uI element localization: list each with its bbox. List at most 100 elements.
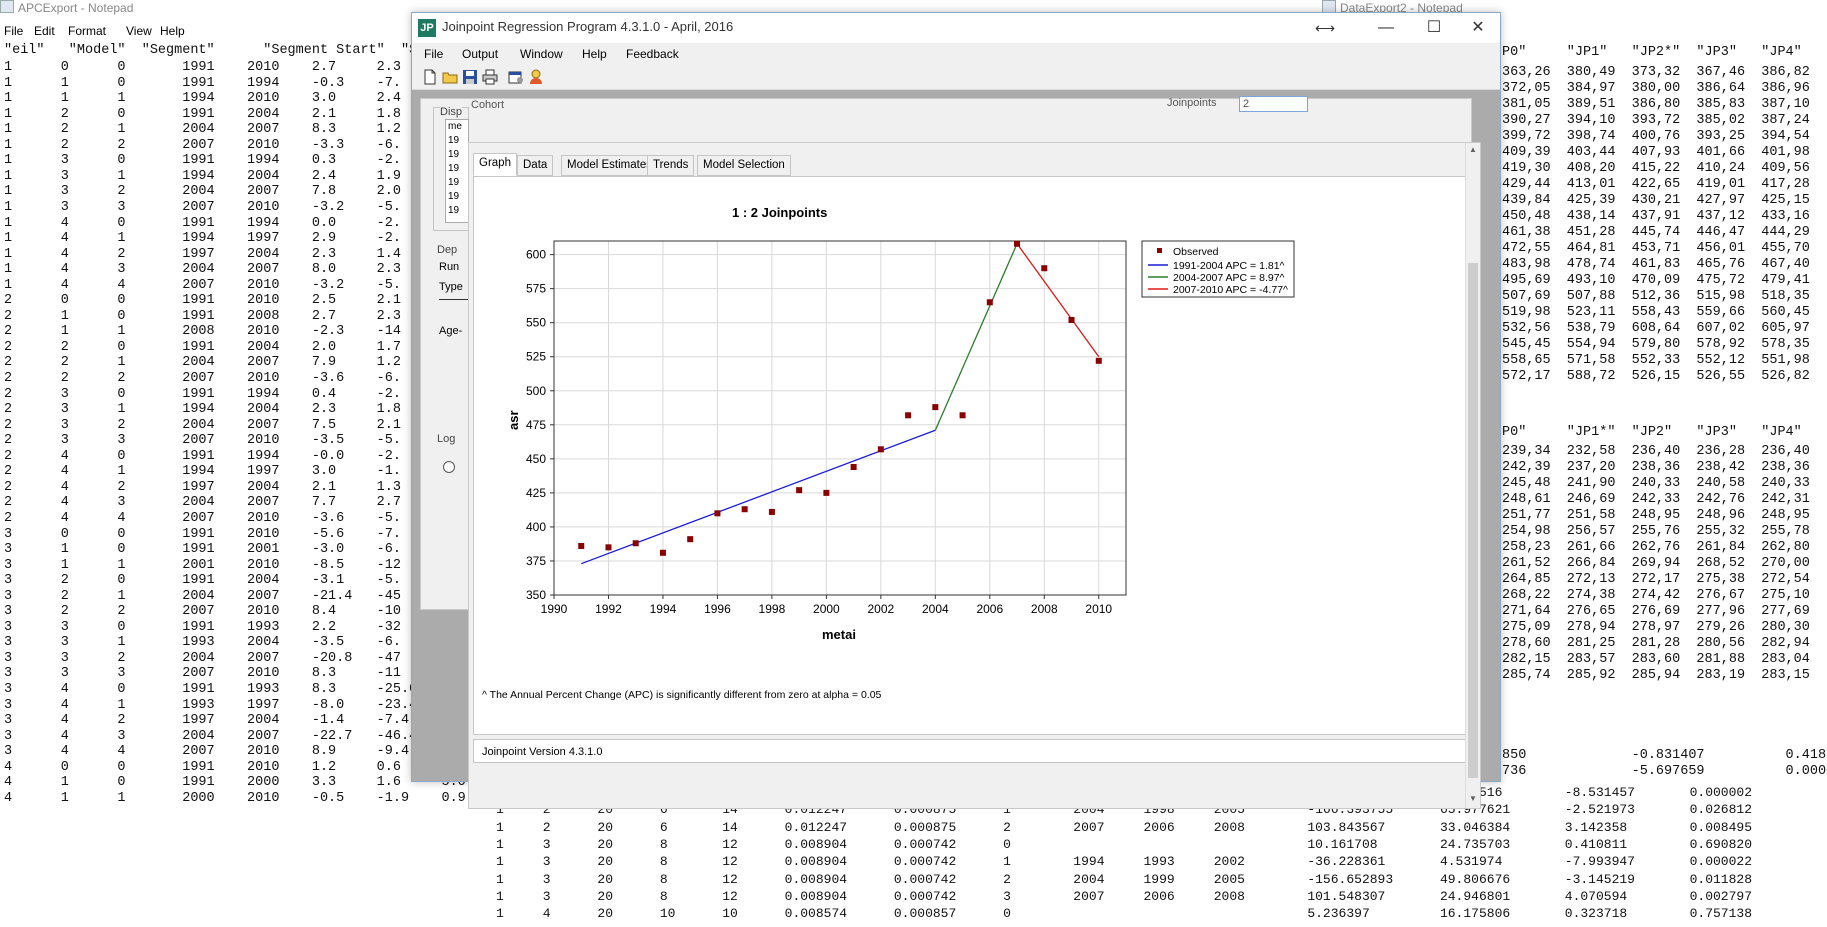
y-tick-label: 375 [526, 554, 546, 568]
y-axis-label: asr [506, 410, 521, 430]
print-icon[interactable] [482, 69, 498, 85]
observed-point [959, 412, 966, 419]
observed-point [823, 489, 830, 496]
text-line: 3 4 4 2007 2010 8.9 -9.4 30.8 [4, 744, 474, 760]
model-list[interactable]: me 19 19 19 19 19 19 [445, 119, 469, 223]
observed-point [932, 404, 939, 411]
model-list-item[interactable]: 19 [446, 204, 468, 218]
x-tick-label: 1992 [595, 602, 622, 616]
version-status-bar: Joinpoint Version 4.3.1.0 [473, 739, 1473, 763]
help-person-icon[interactable] [528, 69, 544, 85]
type-label: Type [439, 281, 463, 293]
x-tick-label: 1998 [759, 602, 786, 616]
text-line: 1 4 3 2004 2007 8.0 2.3 [4, 262, 401, 278]
model-list-item[interactable]: 19 [446, 162, 468, 176]
open-folder-icon[interactable] [442, 69, 458, 85]
observed-point [714, 510, 721, 517]
y-tick-label: 425 [526, 486, 546, 500]
menu-file[interactable]: File [4, 24, 23, 38]
text-line: 245,48 241,90 240,33 240,58 240,33 [1502, 476, 1810, 491]
text-line: 1 3 1 1994 2004 2.4 1.9 [4, 168, 401, 184]
scroll-up-arrow-icon[interactable]: ▲ [1468, 145, 1478, 157]
y-tick-label: 475 [526, 418, 546, 432]
text-line: 3 3 2 2004 2007 -20.8 -47 [4, 650, 401, 666]
log-radio[interactable] [443, 461, 455, 473]
text-line: 1 4 20 10 10 0.008574 0.000857 0 5.23639… [496, 906, 1753, 922]
joinpoint-chart: 1 : 2 Joinpoints 1990 1992 1994 1996 1998 2000… [506, 205, 1295, 642]
properties-icon[interactable] [508, 69, 524, 85]
text-line: 558,65 571,58 552,33 552,12 551,98 [1502, 353, 1810, 368]
x-tick-label: 1990 [541, 602, 568, 616]
scroll-down-arrow-icon[interactable]: ▼ [1468, 794, 1478, 806]
joinpoint-logo-icon: JP [418, 19, 436, 37]
tab-graph[interactable]: Graph [473, 153, 517, 176]
save-icon[interactable] [462, 69, 478, 85]
observed-point [877, 446, 884, 453]
tab-trends[interactable]: Trends [647, 155, 695, 176]
tab-data[interactable]: Data [517, 155, 554, 176]
left-notepad-title: APCExport - Notepad [0, 0, 133, 22]
text-line: 268,22 274,38 274,42 276,67 275,10 [1502, 588, 1810, 603]
jp-menu-help[interactable]: Help [582, 47, 607, 61]
text-line: 2 3 0 1991 1994 0.4 -2. [4, 386, 401, 402]
text-line: 850 -0.831407 0.418783 [1502, 748, 1827, 763]
text-line: 1 4 4 2007 2010 -3.2 -5. [4, 277, 401, 293]
model-list-item[interactable]: 19 [446, 190, 468, 204]
observed-point [1068, 316, 1075, 323]
text-line: 239,34 232,58 236,40 236,28 236,40 [1502, 444, 1810, 459]
tab-model-estimates[interactable]: Model Estimates [561, 155, 659, 176]
legend-observed-label: Observed [1173, 246, 1219, 258]
dependent-label: Dep [437, 244, 458, 256]
y-tick-label: 450 [526, 452, 546, 466]
text-line: 495,69 493,10 470,09 475,72 479,41 [1502, 273, 1810, 288]
jp-menu-feedback[interactable]: Feedback [626, 47, 679, 61]
model-list-item[interactable]: 19 [446, 176, 468, 190]
notepad-icon [0, 0, 14, 13]
text-line: 1 2 0 1991 2004 2.1 1.8 [4, 106, 401, 122]
log-label: Log [437, 433, 456, 445]
text-line: 271,64 276,65 276,69 277,96 277,69 [1502, 604, 1810, 619]
joinpoints-label: Joinpoints [1167, 97, 1217, 109]
minimize-button[interactable]: — [1364, 15, 1408, 41]
jp-menu-output[interactable]: Output [462, 47, 498, 61]
menu-edit[interactable]: Edit [34, 24, 55, 38]
menu-view[interactable]: View [126, 24, 152, 38]
observed-point [1041, 265, 1048, 272]
joinpoints-select[interactable]: 2 [1239, 96, 1308, 112]
joinpoint-toolbar [412, 65, 1500, 90]
left-notepad-header: "eil" "Model" "Segment" "Segment Start" … [4, 43, 426, 58]
close-button[interactable]: ✕ [1456, 15, 1500, 41]
text-line: 572,17 588,72 526,15 526,55 526,82 [1502, 369, 1810, 384]
text-line: 2 4 0 1991 1994 -0.0 -2. [4, 448, 401, 464]
text-line: 532,56 538,79 608,64 607,02 605,97 [1502, 321, 1810, 336]
menu-format[interactable]: Format [68, 24, 106, 38]
scrollbar-thumb[interactable] [1468, 263, 1478, 778]
text-line: 275,09 278,94 278,97 279,26 280,30 [1502, 620, 1810, 635]
text-line: 507,69 507,88 512,36 515,98 518,35 [1502, 289, 1810, 304]
legend-series-label: 2007-2010 APC = -4.77^ [1173, 284, 1288, 296]
tab-model-selection[interactable]: Model Selection [697, 155, 791, 176]
model-list-item[interactable]: 19 [446, 148, 468, 162]
jp-menu-window[interactable]: Window [520, 47, 563, 61]
text-line: 381,05 389,51 386,80 385,83 387,10 [1502, 97, 1810, 112]
menu-help[interactable]: Help [160, 24, 185, 38]
text-line: 3 4 1 1993 1997 -8.0 -23.4 10.5 [4, 697, 474, 713]
legend-series-label: 2004-2007 APC = 8.97^ [1173, 272, 1285, 284]
maximize-button[interactable]: ☐ [1412, 15, 1456, 41]
observed-point [632, 540, 639, 547]
display-group-label: Disp [440, 106, 463, 118]
new-file-icon[interactable] [422, 69, 438, 85]
jp-menu-file[interactable]: File [424, 47, 443, 61]
joinpoint-window: JP Joinpoint Regression Program 4.3.1.0 … [411, 12, 1501, 809]
text-line: 278,60 281,25 281,28 280,56 282,94 [1502, 636, 1810, 651]
text-line: 2 2 1 2004 2007 7.9 1.2 [4, 355, 401, 371]
model-list-item[interactable]: me [446, 120, 468, 134]
text-line: 4 1 0 1991 2000 3.3 1.6 5.0 [4, 775, 466, 791]
text-line: 3 3 3 2007 2010 8.3 -11 [4, 666, 401, 682]
vertical-scrollbar[interactable]: ▲ ▼ [1465, 143, 1480, 808]
text-line: 2 2 0 1991 2004 2.0 1.7 [4, 339, 401, 355]
model-list-item[interactable]: 19 [446, 134, 468, 148]
text-line: 2 3 1 1994 2004 2.3 1.8 [4, 402, 401, 418]
text-line: 1 3 0 1991 1994 0.3 -2. [4, 153, 401, 169]
x-axis-label: metai [822, 627, 856, 642]
